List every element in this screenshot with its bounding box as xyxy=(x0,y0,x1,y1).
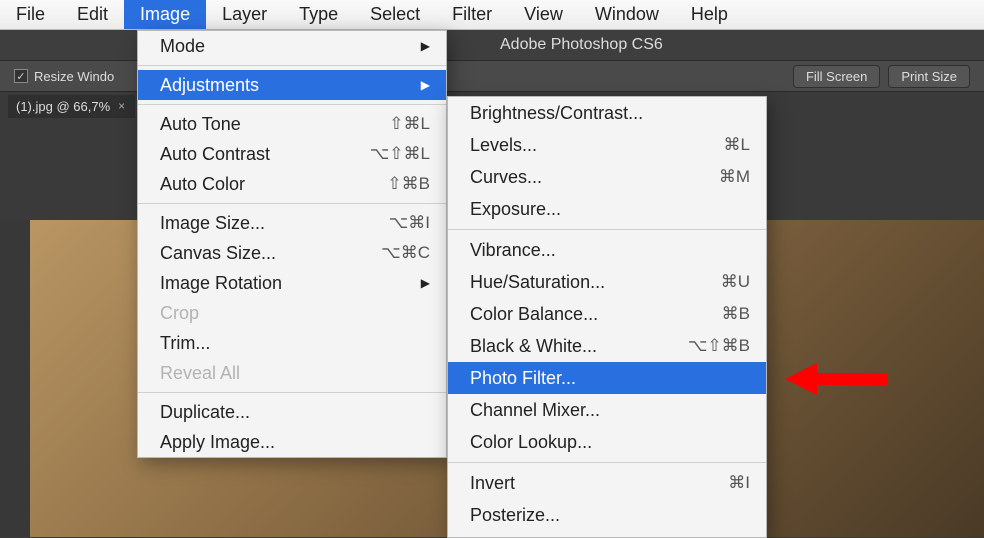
image-menu: Mode ▶ Adjustments ▶ Auto Tone ⇧⌘L Auto … xyxy=(137,30,447,458)
image-menu-image-size[interactable]: Image Size... ⌥⌘I xyxy=(138,208,446,238)
menu-shortcut: ⌘M xyxy=(680,167,750,187)
adjust-black-white[interactable]: Black & White... ⌥⇧⌘B xyxy=(448,330,766,362)
menu-label: Black & White... xyxy=(470,336,640,357)
image-menu-auto-contrast[interactable]: Auto Contrast ⌥⇧⌘L xyxy=(138,139,446,169)
menu-label: Curves... xyxy=(470,167,640,188)
fill-screen-button[interactable]: Fill Screen xyxy=(793,65,880,88)
menu-label: Auto Tone xyxy=(160,114,320,135)
menu-label: Color Lookup... xyxy=(470,432,750,453)
adjust-color-balance[interactable]: Color Balance... ⌘B xyxy=(448,298,766,330)
annotation-arrow-icon xyxy=(785,363,887,395)
submenu-arrow-icon: ▶ xyxy=(421,39,430,53)
print-size-button[interactable]: Print Size xyxy=(888,65,970,88)
menu-label: Color Balance... xyxy=(470,304,640,325)
menubar-item-select[interactable]: Select xyxy=(354,0,436,29)
image-menu-reveal-all: Reveal All xyxy=(138,358,446,388)
menu-shortcut: ⌘B xyxy=(680,304,750,324)
image-menu-mode-label: Mode xyxy=(160,36,397,57)
menu-separator xyxy=(138,392,446,393)
menubar-item-layer[interactable]: Layer xyxy=(206,0,283,29)
menu-shortcut: ⌥⌘I xyxy=(360,213,430,233)
menu-label: Crop xyxy=(160,303,430,324)
menu-label: Invert xyxy=(470,473,640,494)
menubar-item-type[interactable]: Type xyxy=(283,0,354,29)
menu-label: Apply Image... xyxy=(160,432,430,453)
image-menu-auto-tone[interactable]: Auto Tone ⇧⌘L xyxy=(138,109,446,139)
menubar-item-filter[interactable]: Filter xyxy=(436,0,508,29)
image-menu-trim[interactable]: Trim... xyxy=(138,328,446,358)
menu-shortcut: ⌥⇧⌘L xyxy=(360,144,430,164)
adjust-invert[interactable]: Invert ⌘I xyxy=(448,467,766,499)
image-menu-adjustments-label: Adjustments xyxy=(160,75,397,96)
menu-label: Hue/Saturation... xyxy=(470,272,640,293)
adjust-color-lookup[interactable]: Color Lookup... xyxy=(448,426,766,458)
mac-menubar: File Edit Image Layer Type Select Filter… xyxy=(0,0,984,30)
menu-separator xyxy=(138,203,446,204)
image-menu-image-rotation[interactable]: Image Rotation ▶ xyxy=(138,268,446,298)
app-title: Adobe Photoshop CS6 xyxy=(500,36,663,54)
menubar-item-edit[interactable]: Edit xyxy=(61,0,124,29)
menubar-item-file[interactable]: File xyxy=(0,0,61,29)
menu-label: Duplicate... xyxy=(160,402,430,423)
menu-shortcut: ⌘I xyxy=(680,473,750,493)
menu-separator xyxy=(138,65,446,66)
menubar-item-help[interactable]: Help xyxy=(675,0,744,29)
submenu-arrow-icon: ▶ xyxy=(421,276,430,290)
adjust-levels[interactable]: Levels... ⌘L xyxy=(448,129,766,161)
adjust-hue-saturation[interactable]: Hue/Saturation... ⌘U xyxy=(448,266,766,298)
close-icon[interactable]: × xyxy=(118,99,125,113)
image-menu-mode[interactable]: Mode ▶ xyxy=(138,31,446,61)
menu-label: Reveal All xyxy=(160,363,430,384)
menu-label: Auto Contrast xyxy=(160,144,320,165)
adjust-brightness-contrast[interactable]: Brightness/Contrast... xyxy=(448,97,766,129)
image-menu-adjustments[interactable]: Adjustments ▶ xyxy=(138,70,446,100)
menu-label: Auto Color xyxy=(160,174,320,195)
menu-label: Channel Mixer... xyxy=(470,400,750,421)
resize-windows-checkbox[interactable]: ✓ xyxy=(14,69,28,83)
image-menu-auto-color[interactable]: Auto Color ⇧⌘B xyxy=(138,169,446,199)
adjust-vibrance[interactable]: Vibrance... xyxy=(448,234,766,266)
image-menu-canvas-size[interactable]: Canvas Size... ⌥⌘C xyxy=(138,238,446,268)
menu-label: Posterize... xyxy=(470,505,750,526)
menu-label: Image Size... xyxy=(160,213,320,234)
menu-label: Brightness/Contrast... xyxy=(470,103,750,124)
adjust-channel-mixer[interactable]: Channel Mixer... xyxy=(448,394,766,426)
image-menu-duplicate[interactable]: Duplicate... xyxy=(138,397,446,427)
image-menu-crop: Crop xyxy=(138,298,446,328)
doc-tab-label: (1).jpg @ 66,7% xyxy=(16,99,110,114)
image-menu-apply-image[interactable]: Apply Image... xyxy=(138,427,446,457)
menu-label: Canvas Size... xyxy=(160,243,320,264)
menu-shortcut: ⌘U xyxy=(680,272,750,292)
menu-separator xyxy=(448,229,766,230)
menubar-item-image[interactable]: Image xyxy=(124,0,206,29)
adjust-posterize[interactable]: Posterize... xyxy=(448,499,766,531)
submenu-arrow-icon: ▶ xyxy=(421,78,430,92)
menubar-item-view[interactable]: View xyxy=(508,0,579,29)
menu-label: Vibrance... xyxy=(470,240,750,261)
menu-label: Photo Filter... xyxy=(470,368,750,389)
adjust-exposure[interactable]: Exposure... xyxy=(448,193,766,225)
menu-label: Image Rotation xyxy=(160,273,397,294)
menu-shortcut: ⌥⇧⌘B xyxy=(680,336,750,356)
doc-tab[interactable]: (1).jpg @ 66,7% × xyxy=(8,95,135,118)
menu-shortcut: ⇧⌘L xyxy=(360,114,430,134)
menu-label: Levels... xyxy=(470,135,640,156)
menubar-item-window[interactable]: Window xyxy=(579,0,675,29)
menu-shortcut: ⇧⌘B xyxy=(360,174,430,194)
resize-windows-label: Resize Windo xyxy=(34,69,114,84)
menu-separator xyxy=(448,462,766,463)
adjust-curves[interactable]: Curves... ⌘M xyxy=(448,161,766,193)
menu-label: Trim... xyxy=(160,333,430,354)
menu-label: Exposure... xyxy=(470,199,750,220)
menu-shortcut: ⌥⌘C xyxy=(360,243,430,263)
adjustments-submenu: Brightness/Contrast... Levels... ⌘L Curv… xyxy=(447,96,767,538)
menu-separator xyxy=(138,104,446,105)
adjust-photo-filter[interactable]: Photo Filter... xyxy=(448,362,766,394)
menu-shortcut: ⌘L xyxy=(680,135,750,155)
